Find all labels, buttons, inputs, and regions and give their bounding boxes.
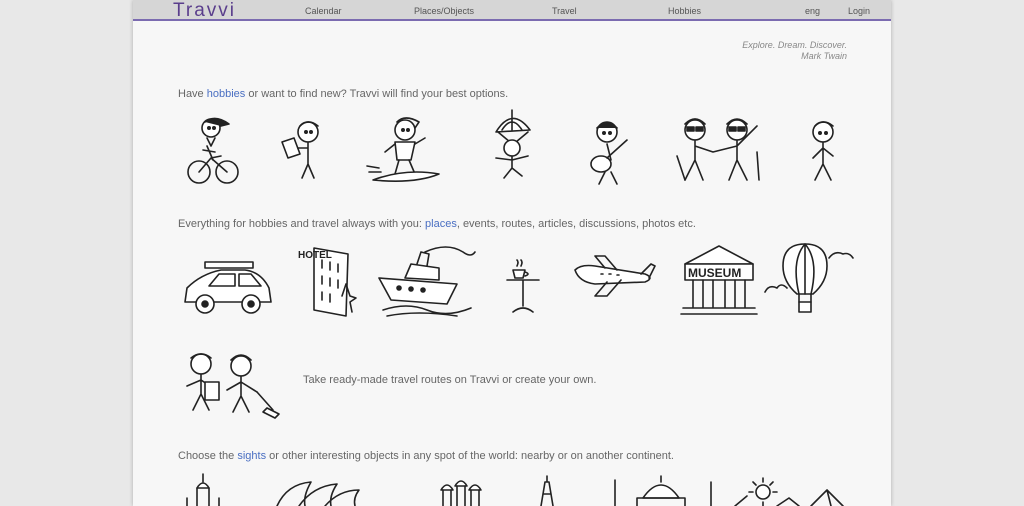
reader-icon — [281, 121, 319, 179]
sights-link[interactable]: sights — [237, 450, 266, 462]
login-link[interactable]: Login — [848, 6, 870, 16]
quote-text: Explore. Dream. Discover. — [742, 40, 847, 50]
mosque-icon — [614, 475, 712, 506]
nav-calendar[interactable]: Calendar — [305, 6, 342, 16]
places-intro: Everything for hobbies and travel always… — [178, 218, 696, 230]
museum-sign: MUSEUM — [688, 266, 741, 280]
nav-hobbies[interactable]: Hobbies — [668, 6, 701, 16]
airplane-icon — [574, 255, 656, 297]
cyclist-icon — [187, 117, 239, 184]
surfer-icon — [366, 117, 440, 182]
eiffel-tower-icon — [540, 475, 554, 506]
top-navigation-bar: Travvi Calendar Places/Objects Travel Ho… — [133, 0, 891, 21]
museum-icon: MUSEUM — [680, 245, 758, 315]
quote-author: Mark Twain — [801, 51, 847, 61]
hobbies-link[interactable]: hobbies — [207, 88, 246, 100]
beach-couple-icon — [676, 118, 760, 181]
pyramids-sun-icon — [734, 477, 844, 506]
hotel-sign: HOTEL — [298, 250, 332, 261]
places-link[interactable]: places — [425, 218, 457, 230]
quote-block: Explore. Dream. Discover. Mark Twain — [742, 40, 847, 62]
guitarist-icon — [590, 121, 628, 185]
opera-house-icon — [276, 481, 360, 506]
travvi-logo[interactable]: Travvi — [173, 0, 236, 22]
kremlin-icon — [186, 473, 220, 506]
parachutist-icon — [495, 109, 531, 179]
ship-icon — [378, 246, 476, 317]
page-container: Travvi Calendar Places/Objects Travel Ho… — [133, 0, 891, 506]
walker-icon — [812, 121, 834, 181]
cafe-icon — [506, 259, 540, 313]
car-icon — [184, 261, 272, 314]
hotel-icon: HOTEL — [298, 247, 357, 317]
balloon-icon — [764, 243, 854, 313]
travellers-icon — [186, 353, 280, 419]
st-basil-icon — [440, 480, 482, 506]
sights-intro: Choose the sights or other interesting o… — [178, 450, 674, 462]
nav-places-objects[interactable]: Places/Objects — [414, 6, 474, 16]
language-selector[interactable]: eng — [805, 6, 820, 16]
routes-intro: Take ready-made travel routes on Travvi … — [303, 374, 597, 386]
nav-travel[interactable]: Travel — [552, 6, 577, 16]
hobbies-intro: Have hobbies or want to find new? Travvi… — [178, 88, 509, 100]
